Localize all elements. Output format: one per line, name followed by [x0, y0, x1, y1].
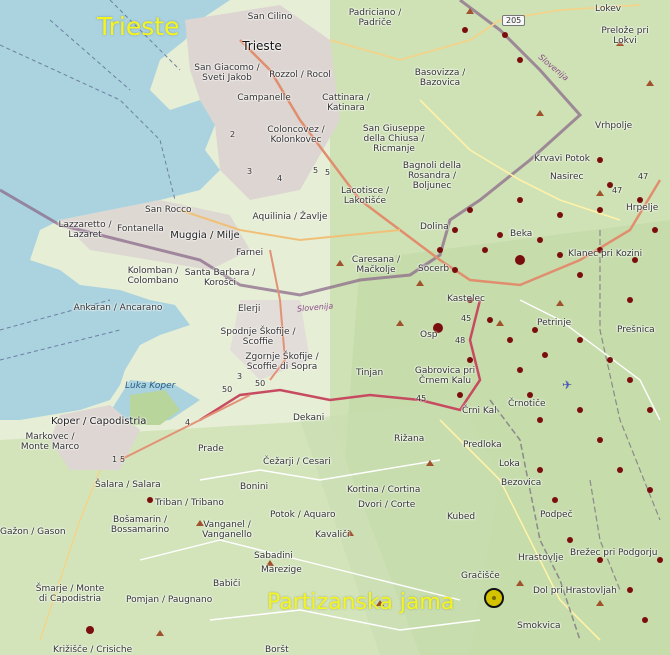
place-label: Klanec pri Kozini [568, 249, 643, 259]
place-label: Lacotisce / Lakotišće [340, 186, 390, 206]
place-label: Šmarje / Monte di Capodistria [35, 584, 105, 604]
place-label: Boršt [265, 645, 289, 655]
place-label: Loka [499, 459, 520, 469]
target-label: Partizanska jama [267, 590, 455, 615]
place-label: Čežarji / Cesari [263, 457, 331, 467]
place-label: Vanganel / Vanganello [202, 520, 252, 540]
place-label: Ankaran / Ancarano [73, 303, 163, 313]
place-label: Babiči [213, 579, 241, 589]
place-label: Pomjan / Paugnano [126, 595, 213, 605]
place-label: Krvavi Potok [534, 154, 590, 164]
target-marker[interactable] [484, 588, 504, 608]
place-label: Kubed [447, 512, 476, 522]
place-label: Prelože pri Lokvi [601, 26, 649, 46]
place-label: Rozzol / Rocol [269, 70, 331, 80]
place-label: Križišče / Crisiche [53, 645, 133, 655]
city-title-label: Trieste [97, 12, 180, 41]
airport-icon: ✈ [562, 378, 573, 392]
route-number: 5 [313, 166, 319, 175]
place-label: Kastelec [447, 294, 485, 304]
place-label: Fontanella [117, 224, 164, 234]
route-number: 5 [325, 168, 331, 177]
place-label: Dolina [420, 222, 449, 232]
place-label: Tinjan [356, 368, 384, 378]
place-label: Zgornje Škofije / Scoffie di Sopra [245, 352, 319, 372]
place-label: Markovec / Monte Marco [20, 432, 80, 452]
place-label: Bonini [240, 482, 269, 492]
place-label: Elerji [238, 304, 261, 314]
place-label: Muggia / Milje [170, 230, 240, 241]
route-number: 45 [416, 394, 427, 403]
place-label: Petrinje [537, 318, 572, 328]
place-label: Dekani [293, 413, 325, 423]
place-label: Gažon / Gason [0, 527, 66, 537]
place-label: Kavaliči [315, 530, 350, 540]
place-label: Prešnica [617, 325, 655, 335]
place-label: Gračišče [461, 571, 500, 581]
place-label: Bošamarin / Bossamarino [110, 515, 170, 535]
route-number: 3 [237, 372, 243, 381]
map-view[interactable]: Trieste Partizanska jama ✈ San Cilino Tr… [0, 0, 670, 655]
place-label: Socerb [418, 264, 450, 274]
place-label: Brežec pri Podgorju [570, 548, 658, 558]
place-label: Caresana / Mačkolje [351, 255, 401, 275]
place-label: Spodnje Škofije / Scoffie [220, 327, 296, 347]
place-label: Predloka [463, 440, 502, 450]
place-label: Coloncovez / Kolonkovec [267, 125, 325, 145]
water-label: Luka Koper [125, 381, 176, 391]
place-label: Smokvica [517, 621, 561, 631]
route-number: 5 [120, 455, 126, 464]
place-label: San Cilino [247, 12, 293, 22]
route-number: 2 [230, 130, 236, 139]
route-number: 3 [247, 167, 253, 176]
place-label: Črnotiče [508, 399, 546, 409]
place-label: Črni Kal [462, 406, 497, 416]
route-number: 4 [185, 418, 191, 427]
place-label: Nasirec [550, 172, 584, 182]
place-label: Rižana [394, 434, 425, 444]
place-label: Kortina / Cortina [347, 485, 421, 495]
place-label: Dvori / Corte [358, 500, 416, 510]
place-label: Triban / Tribano [155, 498, 224, 508]
place-label: Lokev [595, 4, 622, 14]
route-number: 47 [638, 172, 649, 181]
place-label: San Rocco [145, 205, 192, 215]
place-label: San Giuseppe della Chiusa / Ricmanje [362, 124, 426, 154]
place-label: Basovizza / Bazovica [414, 68, 466, 88]
place-label: Koper / Capodistria [51, 416, 147, 427]
route-number: 1 [112, 455, 118, 464]
place-label: San Giacomo / Sveti Jakob [194, 63, 260, 83]
place-label: Cattinara / Katinara [322, 93, 370, 113]
place-label: Marezige [261, 565, 302, 575]
place-label: Hrpelje [626, 203, 659, 213]
place-label: Trieste [242, 39, 282, 53]
place-label: Sabadini [254, 551, 293, 561]
route-number: 48 [455, 336, 466, 345]
place-label: Farnei [236, 248, 264, 258]
place-label: Osp [420, 330, 438, 340]
place-label: Vrhpolje [595, 121, 633, 131]
place-label: Podpeč [540, 510, 573, 520]
place-label: Prade [198, 444, 224, 454]
route-shield: 205 [502, 15, 526, 26]
place-label: Dol pri Hrastovljah [533, 586, 617, 596]
place-label: Santa Barbara / Korošci [184, 268, 256, 288]
place-label: Kolomban / Colombano [127, 266, 179, 286]
place-label: Beka [510, 229, 533, 239]
route-number: 45 [461, 314, 472, 323]
place-label: Gabrovica pri Črnem Kalu [414, 366, 476, 386]
route-number: 50 [255, 379, 266, 388]
place-label: Lazzaretto / Lazaret [58, 220, 112, 240]
place-label: Šalara / Salara [95, 480, 161, 490]
place-label: Bezovica [501, 478, 542, 488]
route-number: 50 [222, 385, 233, 394]
route-number: 47 [612, 186, 623, 195]
place-label: Aquilinia / Žavlje [252, 212, 328, 222]
place-label: Bagnoli della Rosandra / Boljunec [402, 161, 462, 191]
place-label: Hrastovlje [518, 553, 564, 563]
place-label: Campanelle [237, 93, 291, 103]
place-label: Potok / Aquaro [270, 510, 336, 520]
route-number: 4 [277, 174, 283, 183]
place-label: Padriciano / Padriče [348, 8, 402, 28]
